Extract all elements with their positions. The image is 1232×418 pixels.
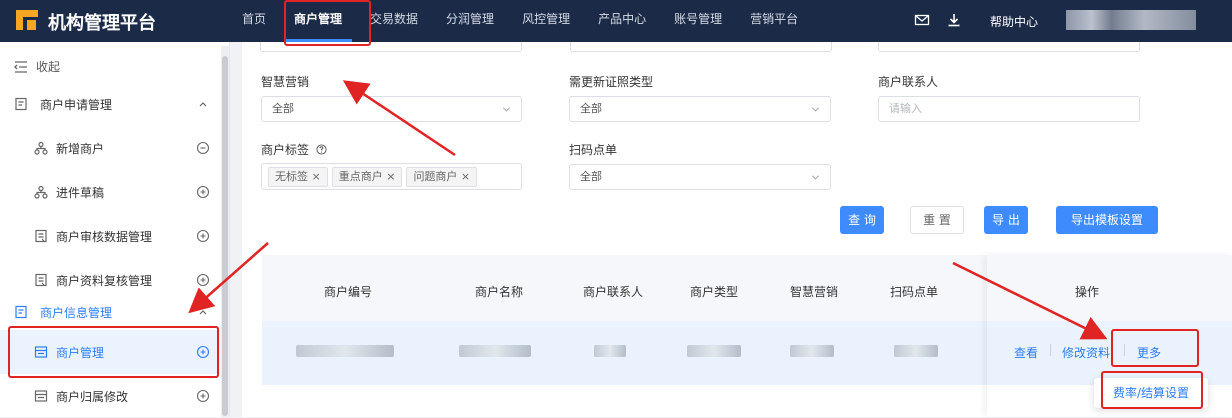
sidebar-item-label: 新增商户 [56,141,105,156]
input-contact[interactable]: 请输入 [878,96,1140,122]
scroll-thumb[interactable] [222,56,228,416]
help-circle-icon[interactable] [316,144,327,155]
collapse-toggle[interactable]: 收起 [14,58,60,75]
label-tags-text: 商户标签 [261,143,310,157]
nav-item-home[interactable]: 首页 [232,0,276,42]
col-merchant-name: 商户名称 [475,285,524,299]
logo-icon [16,10,38,30]
col-contact: 商户联系人 [583,285,644,299]
select-cert-type[interactable]: 全部 [569,96,831,122]
cell-marketing-redacted [790,345,834,357]
plus-circle-icon [196,185,210,199]
ops-divider [1050,344,1051,356]
doc-icon [35,229,47,243]
nav-item-marketing[interactable]: 营销平台 [740,0,808,42]
mail-icon[interactable] [914,12,930,28]
select-value: 全部 [272,102,294,115]
tag-chip[interactable]: 无标签 × [268,167,328,187]
nav-item-products[interactable]: 产品中心 [588,0,656,42]
highlight-box-nav [284,0,371,46]
tag-text: 问题商户 [413,170,458,183]
tag-selector[interactable]: 无标签 × 重点商户 × 问题商户 × [261,163,522,190]
app-title: 机构管理平台 [48,13,156,34]
col-merchant-type: 商户类型 [690,285,739,299]
edit-info-link[interactable]: 修改资料 [1062,344,1110,361]
sidebar-item-label: 商户资料复核管理 [56,273,153,288]
download-icon[interactable] [946,12,962,28]
sidebar-item-label: 商户信息管理 [40,305,113,320]
label-smart-marketing: 智慧营销 [261,75,310,89]
chevron-down-icon [502,107,511,112]
form-icon [15,97,27,111]
user-avatar[interactable] [1066,10,1196,30]
field-cutoff [878,42,1140,52]
form-icon [15,305,27,319]
doc-icon [35,273,47,287]
select-value: 全部 [580,102,602,115]
nav-item-accounts[interactable]: 账号管理 [664,0,732,42]
tag-text: 无标签 [275,170,308,183]
sidebar-scrollbar[interactable] [221,46,229,417]
select-value: 全部 [580,170,602,183]
chevron-down-icon [811,175,820,180]
collapse-label: 收起 [36,60,61,74]
chevron-up-icon [199,102,207,107]
query-button[interactable]: 查 询 [840,206,884,234]
view-link[interactable]: 查看 [1014,344,1038,361]
cell-type-redacted [687,345,741,357]
export-button[interactable]: 导 出 [984,206,1028,234]
cell-scan-redacted [894,345,938,357]
sidebar-item-drafts[interactable]: 进件草稿 [0,170,220,214]
highlight-box-menu [1101,371,1203,409]
help-center-link[interactable]: 帮助中心 [990,13,1038,30]
sidebar-group-merchant-apply[interactable]: 商户申请管理 [0,82,220,126]
collapse-icon [14,60,27,73]
sidebar-item-label: 商户审核数据管理 [56,229,153,244]
sidebar-item-ownership[interactable]: 商户归属修改 [0,374,220,418]
label-contact: 商户联系人 [878,75,939,89]
ops-column-header-bg [987,255,1232,321]
export-template-button[interactable]: 导出模板设置 [1056,206,1158,234]
sidebar-item-label: 进件草稿 [56,185,105,200]
sidebar-item-review-data[interactable]: 商户审核数据管理 [0,214,220,258]
minus-circle-icon [196,141,210,155]
col-ops: 操作 [1075,285,1100,299]
tag-chip[interactable]: 问题商户 × [406,167,478,187]
sidebar-item-label: 商户申请管理 [40,97,113,112]
cell-merchant-name-redacted [459,345,531,357]
label-tags: 商户标签 [261,141,327,158]
nav-item-profit-share[interactable]: 分润管理 [436,0,504,42]
sidebar-item-add-merchant[interactable]: 新增商户 [0,126,220,170]
cell-contact-redacted [594,345,626,357]
chevron-down-icon [811,107,820,112]
col-scan-order: 扫码点单 [890,285,939,299]
reset-button[interactable]: 重 置 [910,206,964,234]
select-scan-order[interactable]: 全部 [569,164,831,190]
field-cutoff [570,42,832,52]
sidebar-item-label: 商户归属修改 [56,389,129,404]
nav-item-risk[interactable]: 风控管理 [512,0,580,42]
label-scan-order: 扫码点单 [569,143,618,157]
tag-text: 重点商户 [338,170,383,183]
cell-merchant-no-redacted [296,345,394,357]
label-cert-type: 需更新证照类型 [569,75,654,89]
tag-chip[interactable]: 重点商户 × [331,167,403,187]
chevron-up-icon [199,310,207,315]
list-icon [34,390,48,402]
col-merchant-no: 商户编号 [324,285,373,299]
org-icon [34,185,48,199]
highlight-box-sidebar [8,326,219,378]
plus-circle-icon [196,229,210,243]
select-smart-marketing[interactable]: 全部 [261,96,522,122]
org-icon [34,141,48,155]
plus-circle-icon [196,389,210,403]
highlight-box-more [1111,329,1199,367]
top-bar: 机构管理平台 首页 商户管理 交易数据 分润管理 风控管理 产品中心 账号管理 … [0,0,1232,42]
col-smart-marketing: 智慧营销 [790,285,839,299]
plus-circle-icon [196,273,210,287]
